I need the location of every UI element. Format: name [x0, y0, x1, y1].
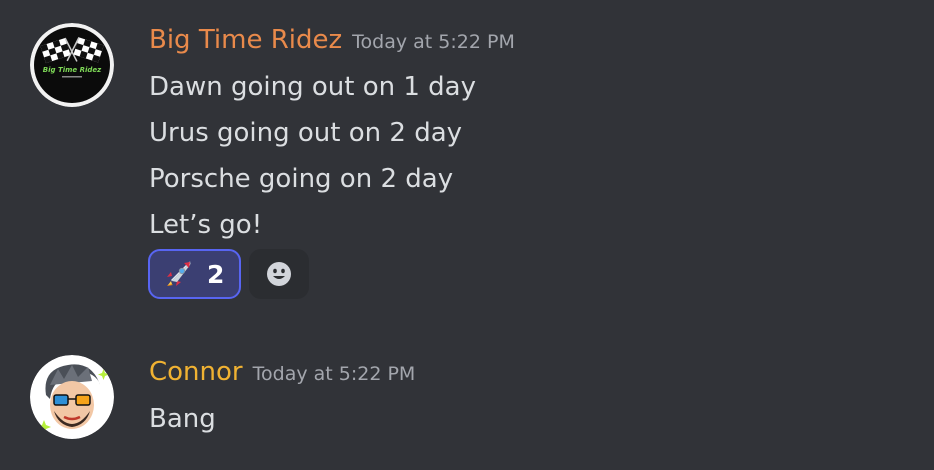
cartoon-character-avatar-icon — [30, 355, 114, 439]
username[interactable]: Connor — [149, 357, 243, 387]
smiley-face-icon — [267, 262, 291, 286]
add-reaction-button[interactable] — [249, 249, 309, 299]
message-header: Big Time Ridez Today at 5:22 PM — [149, 22, 515, 58]
message-line: Let’s go! — [149, 210, 263, 240]
reaction-rocket[interactable]: 2 — [148, 249, 241, 299]
avatar-big-time-ridez[interactable]: Big Time Ridez — [30, 23, 114, 107]
chat-message-list: Big Time Ridez Big Time Ridez Today at 5:… — [0, 0, 934, 470]
timestamp[interactable]: Today at 5:22 PM — [352, 31, 515, 53]
timestamp[interactable]: Today at 5:22 PM — [253, 363, 416, 385]
message-content: Dawn going out on 1 day Urus going out o… — [149, 64, 476, 248]
avatar-connor[interactable] — [30, 355, 114, 439]
message-content: Bang — [149, 396, 216, 442]
message-line: Porsche going on 2 day — [149, 164, 454, 194]
username[interactable]: Big Time Ridez — [149, 25, 342, 55]
message-line: Bang — [149, 404, 216, 434]
logo-text: Big Time Ridez — [43, 66, 102, 74]
message-header: Connor Today at 5:22 PM — [149, 354, 415, 390]
message-line: Urus going out on 2 day — [149, 118, 463, 148]
reaction-count: 2 — [207, 259, 225, 289]
checkered-flags-logo-icon: Big Time Ridez — [30, 23, 114, 107]
reactions-bar: 2 — [148, 249, 309, 299]
rocket-icon — [167, 261, 191, 286]
message-line: Dawn going out on 1 day — [149, 72, 476, 102]
